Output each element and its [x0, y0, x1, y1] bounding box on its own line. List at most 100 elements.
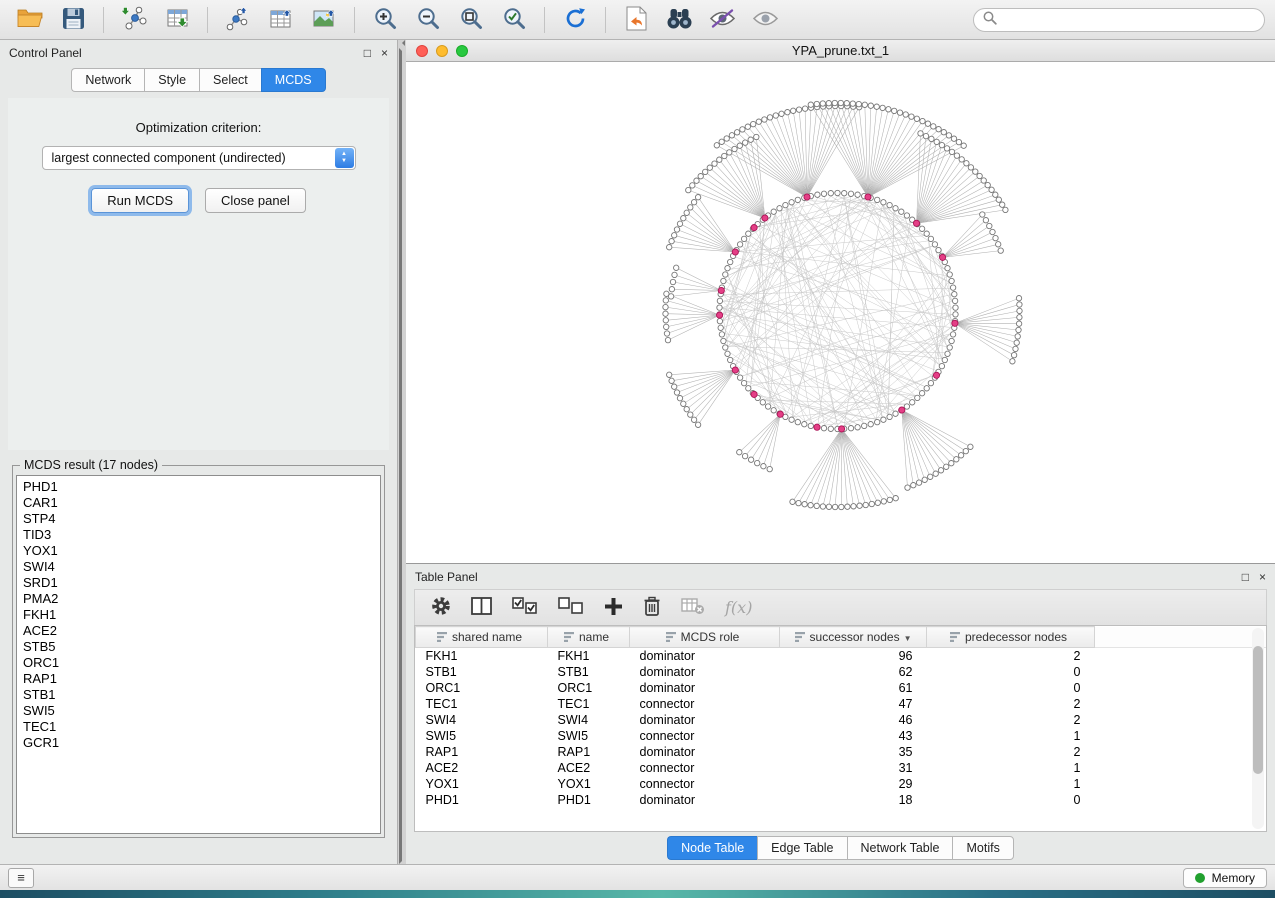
tab-network[interactable]: Network: [71, 68, 144, 92]
tab-style[interactable]: Style: [144, 68, 199, 92]
table-panel: Table Panel □ ×: [406, 564, 1275, 864]
table-row[interactable]: TEC1TEC1connector472: [416, 696, 1267, 712]
node-table: shared namenameMCDS rolesuccessor nodes▼…: [414, 625, 1267, 832]
table-toolbar: f(x): [414, 589, 1267, 625]
mcds-result-item[interactable]: GCR1: [23, 735, 380, 751]
share-document-button[interactable]: [616, 3, 656, 37]
tab-select[interactable]: Select: [199, 68, 261, 92]
maximize-window-icon[interactable]: [456, 45, 468, 57]
zoom-in-button[interactable]: [365, 3, 405, 37]
panel-splitter[interactable]: [398, 40, 406, 864]
table-row[interactable]: FKH1FKH1dominator962: [416, 648, 1267, 664]
table-panel-header: Table Panel □ ×: [406, 564, 1275, 589]
mcds-result-item[interactable]: ACE2: [23, 623, 380, 639]
export-network-button[interactable]: [218, 3, 258, 37]
close-panel-icon[interactable]: ×: [1259, 571, 1266, 583]
network-view-window: YPA_prune.txt_1: [406, 40, 1275, 564]
table-row[interactable]: STB1STB1dominator620: [416, 664, 1267, 680]
gear-icon: [431, 596, 451, 619]
tab-mcds[interactable]: MCDS: [261, 68, 326, 92]
mcds-result-item[interactable]: STP4: [23, 511, 380, 527]
mcds-result-item[interactable]: TID3: [23, 527, 380, 543]
table-row[interactable]: RAP1RAP1dominator352: [416, 744, 1267, 760]
delete-table-button[interactable]: [681, 594, 705, 622]
memory-button[interactable]: Memory: [1183, 868, 1267, 888]
mcds-result-item[interactable]: RAP1: [23, 671, 380, 687]
close-window-icon[interactable]: [416, 45, 428, 57]
eye-icon: [752, 8, 779, 32]
mcds-result-item[interactable]: SRD1: [23, 575, 380, 591]
application-window: Control Panel □ × NetworkStyleSelectMCDS…: [0, 0, 1275, 898]
close-panel-icon[interactable]: ×: [381, 47, 388, 59]
mcds-result-item[interactable]: TEC1: [23, 719, 380, 735]
tab-motifs[interactable]: Motifs: [952, 836, 1013, 860]
run-mcds-button[interactable]: Run MCDS: [91, 188, 189, 213]
delete-column-button[interactable]: [643, 594, 661, 622]
mcds-result-item[interactable]: SWI4: [23, 559, 380, 575]
float-panel-icon[interactable]: □: [1242, 571, 1249, 583]
hide-selection-button[interactable]: [702, 3, 742, 37]
create-column-button[interactable]: [604, 594, 623, 622]
unselect-all-columns-button[interactable]: [558, 594, 584, 622]
desktop-wallpaper-strip: [0, 890, 1275, 898]
table-row[interactable]: SWI5SWI5connector431: [416, 728, 1267, 744]
column-header-shared-name[interactable]: shared name: [416, 627, 548, 648]
column-header-successor-nodes[interactable]: successor nodes▼: [780, 627, 927, 648]
table-row[interactable]: ORC1ORC1dominator610: [416, 680, 1267, 696]
mcds-result-item[interactable]: PMA2: [23, 591, 380, 607]
status-bar: ≡ Memory: [0, 864, 1275, 890]
mcds-result-item[interactable]: FKH1: [23, 607, 380, 623]
export-table-button[interactable]: [261, 3, 301, 37]
zoom-fit-button[interactable]: [451, 3, 491, 37]
criterion-dropdown[interactable]: largest connected component (undirected)…: [42, 146, 356, 170]
mcds-result-item[interactable]: SWI5: [23, 703, 380, 719]
mcds-result-item[interactable]: PHD1: [23, 479, 380, 495]
menu-icon: ≡: [17, 870, 25, 885]
save-session-button[interactable]: [53, 3, 93, 37]
function-builder-button[interactable]: f(x): [725, 594, 752, 622]
refresh-view-button[interactable]: [555, 3, 595, 37]
checked-boxes-icon: [512, 597, 538, 618]
mcds-result-box: MCDS result (17 nodes) PHD1CAR1STP4TID3Y…: [12, 458, 385, 838]
table-panel-title: Table Panel: [415, 570, 478, 584]
mcds-result-item[interactable]: STB1: [23, 687, 380, 703]
network-canvas[interactable]: [406, 62, 1275, 563]
search-input[interactable]: [1003, 13, 1255, 27]
table-row[interactable]: YOX1YOX1connector291: [416, 776, 1267, 792]
table-settings-button[interactable]: [431, 594, 451, 622]
mcds-result-item[interactable]: ORC1: [23, 655, 380, 671]
search-network-button[interactable]: [659, 3, 699, 37]
import-table-button[interactable]: [157, 3, 197, 37]
tab-network-table[interactable]: Network Table: [847, 836, 953, 860]
select-all-columns-button[interactable]: [512, 594, 538, 622]
column-header-name[interactable]: name: [548, 627, 630, 648]
status-menu-button[interactable]: ≡: [8, 868, 34, 888]
tab-edge-table[interactable]: Edge Table: [757, 836, 846, 860]
open-file-button[interactable]: [10, 3, 50, 37]
import-network-icon: [121, 6, 148, 34]
zoom-out-button[interactable]: [408, 3, 448, 37]
mcds-result-item[interactable]: CAR1: [23, 495, 380, 511]
export-image-button[interactable]: [304, 3, 344, 37]
column-header-predecessor-nodes[interactable]: predecessor nodes: [927, 627, 1095, 648]
show-selection-button[interactable]: [745, 3, 785, 37]
table-row[interactable]: PHD1PHD1dominator180: [416, 792, 1267, 808]
zoom-selected-button[interactable]: [494, 3, 534, 37]
refresh-icon: [563, 6, 588, 34]
close-panel-button[interactable]: Close panel: [205, 188, 306, 213]
table-row[interactable]: ACE2ACE2connector311: [416, 760, 1267, 776]
mcds-result-item[interactable]: YOX1: [23, 543, 380, 559]
table-scrollbar[interactable]: [1252, 628, 1264, 829]
scrollbar-thumb[interactable]: [1253, 646, 1263, 774]
show-columns-button[interactable]: [471, 594, 492, 622]
table-row[interactable]: SWI4SWI4dominator462: [416, 712, 1267, 728]
column-header-MCDS-role[interactable]: MCDS role: [630, 627, 780, 648]
folder-icon: [17, 7, 43, 32]
zoom-out-icon: [416, 6, 441, 34]
mcds-result-item[interactable]: STB5: [23, 639, 380, 655]
import-network-button[interactable]: [114, 3, 154, 37]
float-panel-icon[interactable]: □: [364, 47, 371, 59]
export-table-icon: [269, 6, 294, 34]
tab-node-table[interactable]: Node Table: [667, 836, 757, 860]
minimize-window-icon[interactable]: [436, 45, 448, 57]
